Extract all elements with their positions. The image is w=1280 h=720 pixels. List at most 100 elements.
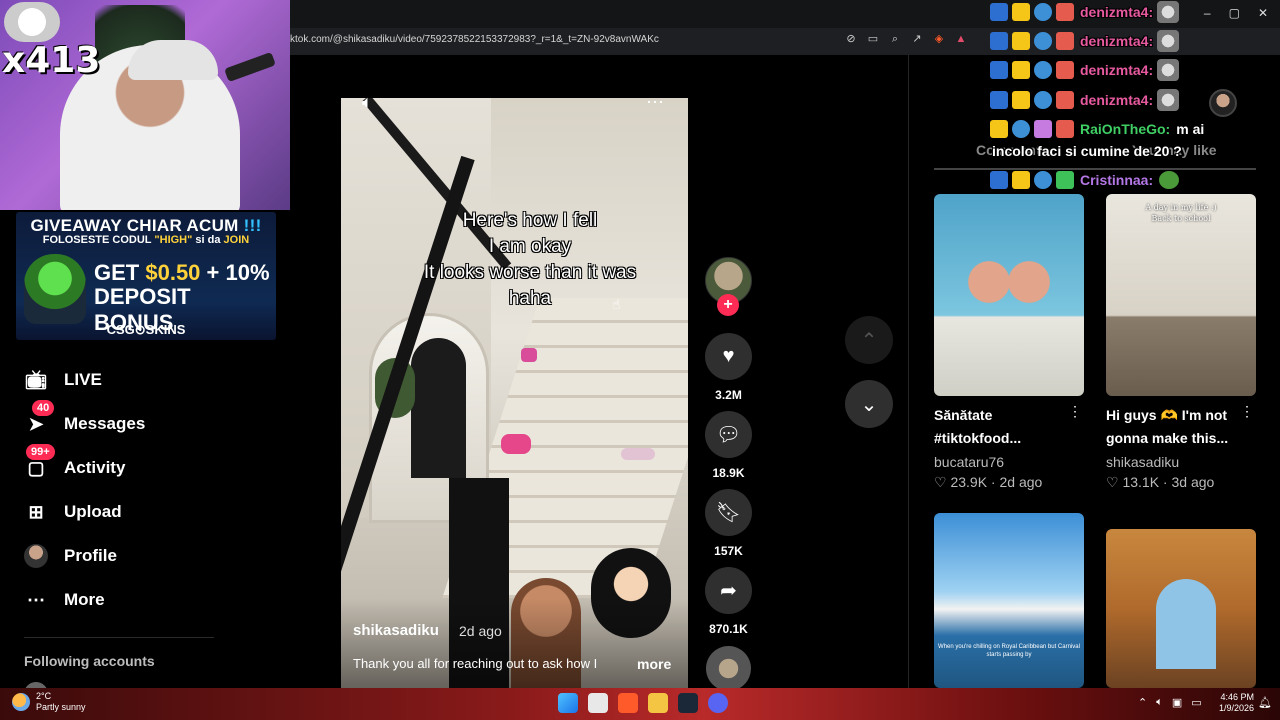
sidebar-item-messages[interactable]: ➤ 40 Messages bbox=[24, 400, 145, 438]
thumbnail-overlay-text: A day in my life :) Back to school bbox=[1145, 203, 1217, 223]
card-likes: 13.1K bbox=[1122, 474, 1160, 490]
discord-icon[interactable] bbox=[708, 693, 728, 713]
card-author[interactable]: bucataru76 bbox=[934, 454, 1084, 470]
chat-username: denizmta4: bbox=[1080, 92, 1154, 108]
heart-outline-icon: ♡ bbox=[934, 474, 947, 490]
send-icon: ➤ 40 bbox=[24, 400, 55, 436]
speaker-icon[interactable]: 🔈︎ bbox=[1156, 696, 1163, 709]
music-disc-icon[interactable] bbox=[706, 646, 751, 691]
video-options-icon[interactable]: ⋯ bbox=[646, 92, 664, 113]
profile-avatar bbox=[24, 544, 48, 568]
crown-badge-icon bbox=[1012, 171, 1030, 189]
card-meta: ♡ 23.9K · 2d ago bbox=[934, 474, 1043, 490]
video-card[interactable]: A day in my life :) Back to school Hi gu… bbox=[1106, 194, 1256, 491]
caption-line: It looks worse than it was bbox=[423, 262, 637, 283]
chat-message: RaiOnTheGo: m ai bbox=[990, 117, 1204, 141]
brand-logo: CSG⊙SKINS bbox=[106, 322, 186, 337]
like-button[interactable]: ♥ bbox=[705, 333, 752, 380]
notification-bell-icon[interactable]: 🔔︎ bbox=[1258, 696, 1272, 709]
save-button[interactable]: 🔖︎ bbox=[705, 489, 752, 536]
save-count: 157K bbox=[714, 544, 743, 558]
like-count: 3.2M bbox=[715, 388, 742, 402]
reader-icon[interactable]: ▭ bbox=[865, 31, 881, 47]
brave-icon[interactable] bbox=[618, 693, 638, 713]
widgets-icon[interactable] bbox=[588, 693, 608, 713]
fire-badge-icon bbox=[1056, 32, 1074, 50]
chat-text-continued: incolo faci si cumine de 20 ? bbox=[992, 143, 1182, 159]
video-thumbnail[interactable] bbox=[934, 194, 1084, 396]
caption-line: Here's how I fell bbox=[462, 210, 598, 231]
emote-icon bbox=[1157, 89, 1180, 111]
sidebar-item-label: Profile bbox=[64, 546, 117, 565]
video-card[interactable]: When you're chilling on Royal Caribbean … bbox=[934, 513, 1084, 688]
brave-shield-icon[interactable]: ◈ bbox=[931, 31, 947, 47]
heart-outline-icon: ♡ bbox=[1106, 474, 1119, 490]
next-video-button[interactable]: ⌄ bbox=[845, 380, 893, 428]
card-meta: ♡ 13.1K · 3d ago bbox=[1106, 474, 1215, 490]
chevron-up-icon: ⌃ bbox=[860, 329, 878, 352]
video-thumbnail[interactable] bbox=[1106, 529, 1256, 688]
start-icon[interactable] bbox=[558, 693, 578, 713]
card-title[interactable]: Sănătate #tiktokfood... bbox=[934, 404, 1074, 450]
card-time: 3d ago bbox=[1171, 474, 1215, 490]
caption-line: haha bbox=[508, 288, 552, 309]
sidebar-item-label: LIVE bbox=[64, 370, 102, 389]
more-link[interactable]: more bbox=[637, 656, 671, 672]
robot-badge-icon bbox=[1012, 120, 1030, 138]
volume-icon[interactable]: 🔈︎ bbox=[362, 92, 373, 113]
camera-icon[interactable]: ▣ bbox=[1172, 696, 1182, 709]
account-avatar[interactable] bbox=[1209, 89, 1237, 117]
sidebar-item-live[interactable]: 📺︎ LIVE bbox=[24, 366, 102, 394]
tracking-icon[interactable]: ⊘ bbox=[843, 31, 859, 47]
video-card[interactable]: Sănătate #tiktokfood... bucataru76 ♡ 23.… bbox=[934, 194, 1084, 491]
folder-icon[interactable] bbox=[648, 693, 668, 713]
weather-widget[interactable]: 2°C Partly sunny bbox=[12, 691, 86, 713]
video-thumbnail[interactable]: A day in my life :) Back to school bbox=[1106, 194, 1256, 396]
card-title[interactable]: Hi guys 🫶 I'm not gonna make this... bbox=[1106, 404, 1246, 450]
hammer-badge-icon bbox=[990, 91, 1008, 109]
sidebar-item-activity[interactable]: ▢ 99+ Activity bbox=[24, 444, 125, 482]
close-window-button[interactable]: ✕ bbox=[1258, 6, 1268, 20]
rewards-icon[interactable]: ▲ bbox=[953, 31, 969, 47]
video-thumbnail[interactable]: When you're chilling on Royal Caribbean … bbox=[934, 513, 1084, 688]
card-options-icon[interactable]: ⋮ bbox=[1240, 403, 1254, 420]
maximize-button[interactable]: ▢ bbox=[1229, 6, 1240, 20]
video-author[interactable]: shikasadiku bbox=[353, 622, 439, 639]
more-dots-icon: ⋯ bbox=[27, 589, 45, 610]
steam-icon[interactable] bbox=[678, 693, 698, 713]
following-accounts-title: Following accounts bbox=[24, 653, 155, 669]
card-author[interactable]: shikasadiku bbox=[1106, 454, 1256, 470]
sidebar-item-label: More bbox=[64, 590, 105, 609]
minimize-button[interactable]: – bbox=[1204, 6, 1211, 20]
robot-badge-icon bbox=[1034, 91, 1052, 109]
window-controls: – ▢ ✕ bbox=[1204, 6, 1268, 20]
comment-button[interactable]: 💬︎ bbox=[705, 411, 752, 458]
plus-square-icon: ⊞ bbox=[28, 501, 44, 522]
card-options-icon[interactable]: ⋮ bbox=[1068, 403, 1082, 420]
chat-text: m ai bbox=[1176, 121, 1205, 137]
giveaway-banner: GIVEAWAY CHIAR ACUM !!! FOLOSESTE CODUL … bbox=[16, 212, 276, 340]
sidebar-item-upload[interactable]: ⊞ Upload bbox=[24, 498, 121, 526]
previous-video-button[interactable]: ⌃ bbox=[845, 316, 893, 364]
crown-badge-icon bbox=[990, 120, 1008, 138]
heart-icon: ♥ bbox=[722, 345, 735, 367]
emote-icon bbox=[1157, 59, 1180, 81]
taskbar-clock[interactable]: 4:46 PM 1/9/2026 bbox=[1216, 692, 1254, 714]
weather-temp: 2°C bbox=[36, 691, 52, 701]
video-card[interactable] bbox=[1106, 529, 1256, 688]
hammer-badge-icon bbox=[990, 171, 1008, 189]
fire-badge-icon bbox=[1056, 91, 1074, 109]
sidebar-item-profile[interactable]: Profile bbox=[24, 542, 117, 570]
gift-badge-icon bbox=[1056, 171, 1074, 189]
share-icon[interactable]: ↗ bbox=[909, 31, 925, 47]
zoom-icon[interactable]: ⌕ bbox=[887, 31, 903, 47]
gift-badge-icon bbox=[1034, 120, 1052, 138]
chat-username: denizmta4: bbox=[1080, 33, 1154, 49]
sidebar-item-more[interactable]: ⋯ More bbox=[24, 586, 105, 614]
thumbnail-overlay-text: When you're chilling on Royal Caribbean … bbox=[938, 644, 1080, 658]
display-icon[interactable]: ▭ bbox=[1191, 696, 1201, 709]
chevron-up-icon[interactable]: ⌃ bbox=[1138, 696, 1147, 709]
video-player[interactable] bbox=[341, 98, 688, 688]
follow-button[interactable]: + bbox=[717, 294, 739, 316]
share-button[interactable]: ➦ bbox=[705, 567, 752, 614]
